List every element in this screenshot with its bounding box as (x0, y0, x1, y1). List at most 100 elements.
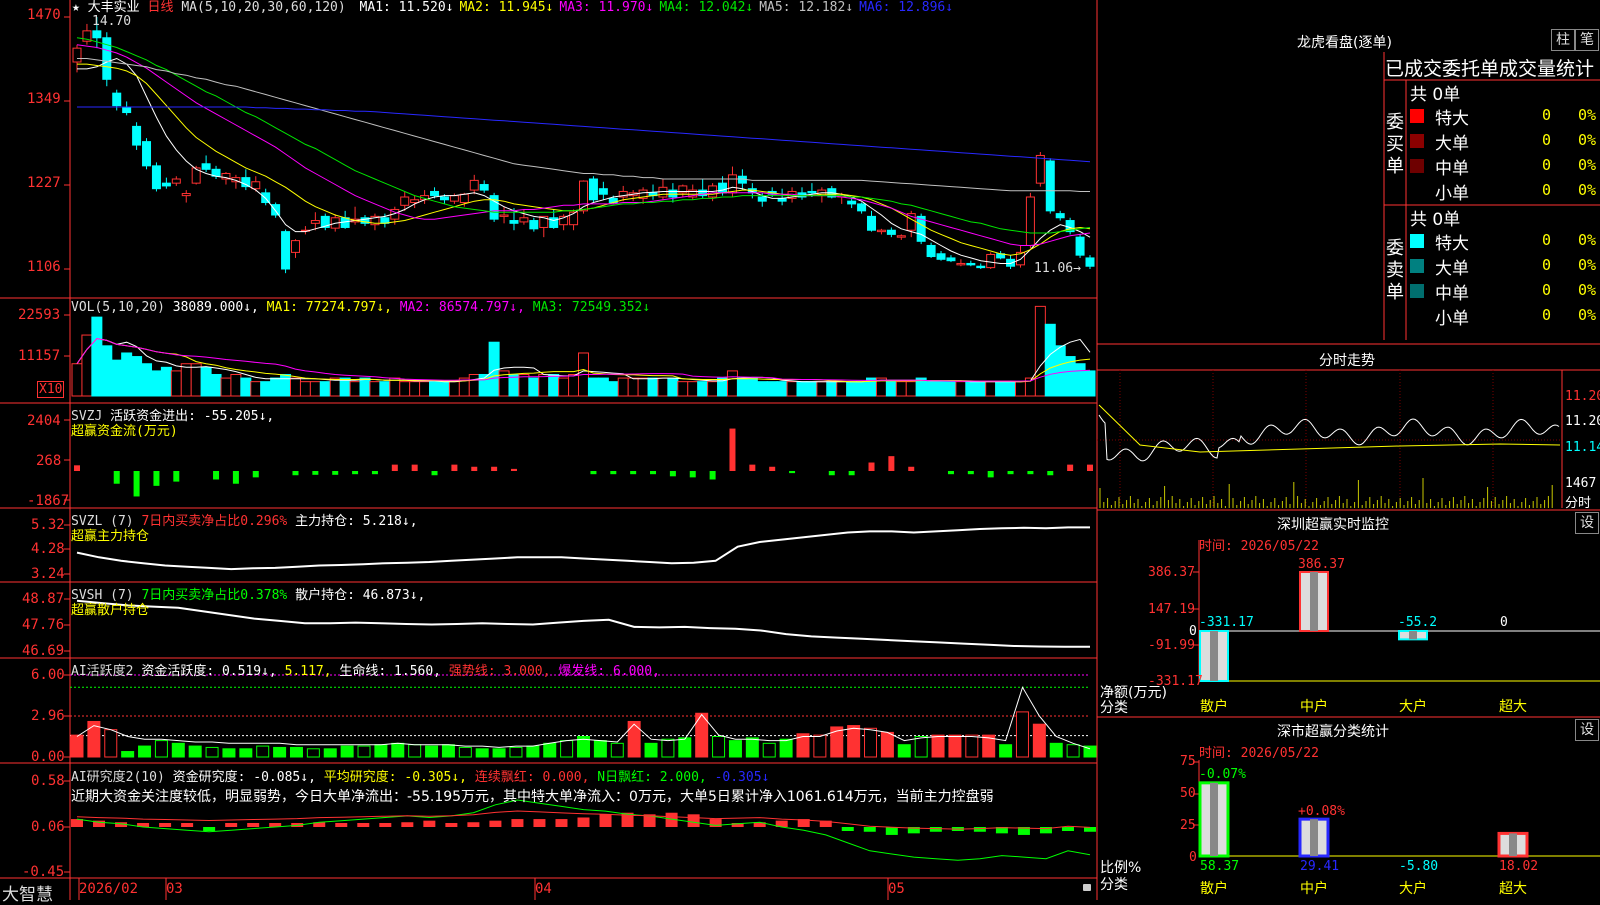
monitor-value-label: -331.17 (1199, 615, 1254, 630)
candle-body (509, 220, 519, 224)
volume-bar (528, 377, 540, 397)
ai-active-label2: 5.117, (284, 664, 332, 679)
volume-bar (438, 381, 450, 397)
volume-bar (71, 363, 83, 397)
buy-total: 共 0单 (1410, 85, 1461, 105)
candle-body (1055, 213, 1065, 219)
ai-active-bar (897, 744, 911, 758)
main-chart-header: ★ 大丰实业 日线 MA(5,10,20,30,60,120) MA1: 11.… (72, 0, 953, 16)
volume-bar (1034, 305, 1046, 397)
volume-bar (160, 366, 172, 397)
candle-body (598, 188, 608, 195)
ai-research-y-tick-2: 0.06 (31, 819, 65, 835)
volume-bar (319, 381, 331, 397)
volume-bar (568, 373, 580, 397)
volume-bar (468, 373, 480, 397)
tick-mode-button[interactable]: 笔 (1575, 29, 1599, 51)
ai-active-bar (560, 740, 574, 758)
candle-body (727, 174, 737, 194)
svzj-bar (451, 464, 458, 471)
favorite-star-icon[interactable]: ★ (72, 0, 80, 15)
ai-active-bar (931, 734, 945, 758)
volume-bar (260, 381, 272, 397)
candle-body (757, 196, 767, 202)
ai-active-bar (948, 734, 962, 758)
ai-active-bar (661, 738, 675, 758)
fenshi-y-label-5: 分时 (1565, 496, 1592, 511)
ai-active-bar (458, 746, 472, 758)
sz-monitor-settings-button[interactable]: 设 (1575, 512, 1599, 534)
svzj-bar (1087, 464, 1093, 471)
volume-bar (230, 373, 242, 397)
buy-row-swatch (1410, 109, 1424, 123)
svzl-hold: 主力持仓: 5.218↓, (295, 514, 418, 529)
bar-mode-button[interactable]: 柱 (1551, 29, 1575, 51)
sell-row-swatch (1410, 284, 1424, 298)
lock-icon[interactable] (1083, 884, 1091, 891)
sz-monitor-time: 时间: 2026/05/22 (1199, 539, 1319, 554)
candle-body (807, 190, 817, 194)
ma-legend-item: MA2: 11.945↓ (459, 0, 554, 15)
sell-row-count: 0 (1542, 256, 1552, 274)
svzj-bar (630, 471, 637, 475)
classify-change-label: +0.08% (1298, 804, 1345, 819)
ai-active-bar (999, 744, 1013, 758)
volume-bar (111, 359, 123, 397)
candle-body (449, 195, 459, 202)
svzj-bar (292, 471, 299, 476)
sell-row-name: 中单 (1435, 284, 1469, 304)
classify-category-label: 中户 (1300, 881, 1328, 897)
svzl-y-tick-2: 4.28 (31, 541, 65, 557)
candle-body (142, 141, 152, 167)
ai-research-bar (203, 827, 216, 831)
ai-active-bar (762, 742, 776, 758)
sz-monitor-cat-label: 分类 (1100, 700, 1128, 716)
volume-bar (121, 352, 133, 397)
sell-row-name: 小单 (1435, 309, 1469, 329)
volume-bar (81, 334, 93, 397)
ai-active-bar (914, 736, 928, 758)
ai-active-header: AI活跃度2 资金活跃度: 0.519↓, 5.117, 生命线: 1.560,… (71, 660, 660, 679)
candle-body (430, 190, 440, 197)
ai-active-bar (864, 727, 878, 758)
chart-period[interactable]: 日线 (148, 0, 174, 15)
ai-active-bar (205, 746, 219, 758)
buy-row-name: 中单 (1435, 159, 1469, 179)
svzj-bar (1027, 471, 1034, 475)
svzj-bar (491, 466, 498, 471)
candle-body (718, 182, 728, 194)
ai-active-title: AI活跃度2 (71, 664, 134, 679)
svzj-bar (1047, 471, 1054, 476)
volume-bar (786, 381, 798, 397)
ai-active-bar (154, 740, 168, 758)
sell-row-pct: 0% (1578, 306, 1597, 324)
ai-active-bar (374, 744, 388, 758)
ai-research-bar (247, 823, 260, 827)
volume-bar (776, 381, 788, 397)
sz-classify-y-tick-1: 75 (1180, 754, 1196, 769)
stock-chart-canvas[interactable] (0, 0, 1600, 900)
volume-bar (965, 381, 977, 397)
svzj-y-tick-1: 2404 (27, 413, 61, 429)
volume-bar (558, 377, 570, 397)
svzj-bar (232, 471, 239, 484)
fenshi-y-label-4: 1467 (1565, 476, 1597, 491)
svzj-bar (471, 466, 478, 471)
ai-active-bar (188, 745, 202, 758)
volume-bar (995, 381, 1007, 397)
svzj-bar (689, 471, 696, 478)
sz-classify-cat-label: 分类 (1100, 877, 1128, 893)
longhu-header: 已成交委托单成交量统计 (1385, 58, 1595, 80)
ai-research-y-tick-3: -0.45 (22, 864, 65, 880)
volume-bar (846, 381, 858, 397)
svzl-y-tick-3: 3.24 (31, 566, 65, 582)
ai-research-bar (533, 819, 546, 827)
sz-classify-settings-button[interactable]: 设 (1575, 719, 1599, 741)
ai-active-bar (171, 742, 185, 758)
ai-active-bar (644, 742, 658, 758)
stock-name[interactable]: 大丰实业 (88, 0, 140, 15)
candle-body (966, 262, 976, 266)
sell-row-count: 0 (1542, 231, 1552, 249)
ai-active-bar (475, 748, 489, 758)
ma-legend-item: MA5: 12.182↓ (759, 0, 854, 15)
